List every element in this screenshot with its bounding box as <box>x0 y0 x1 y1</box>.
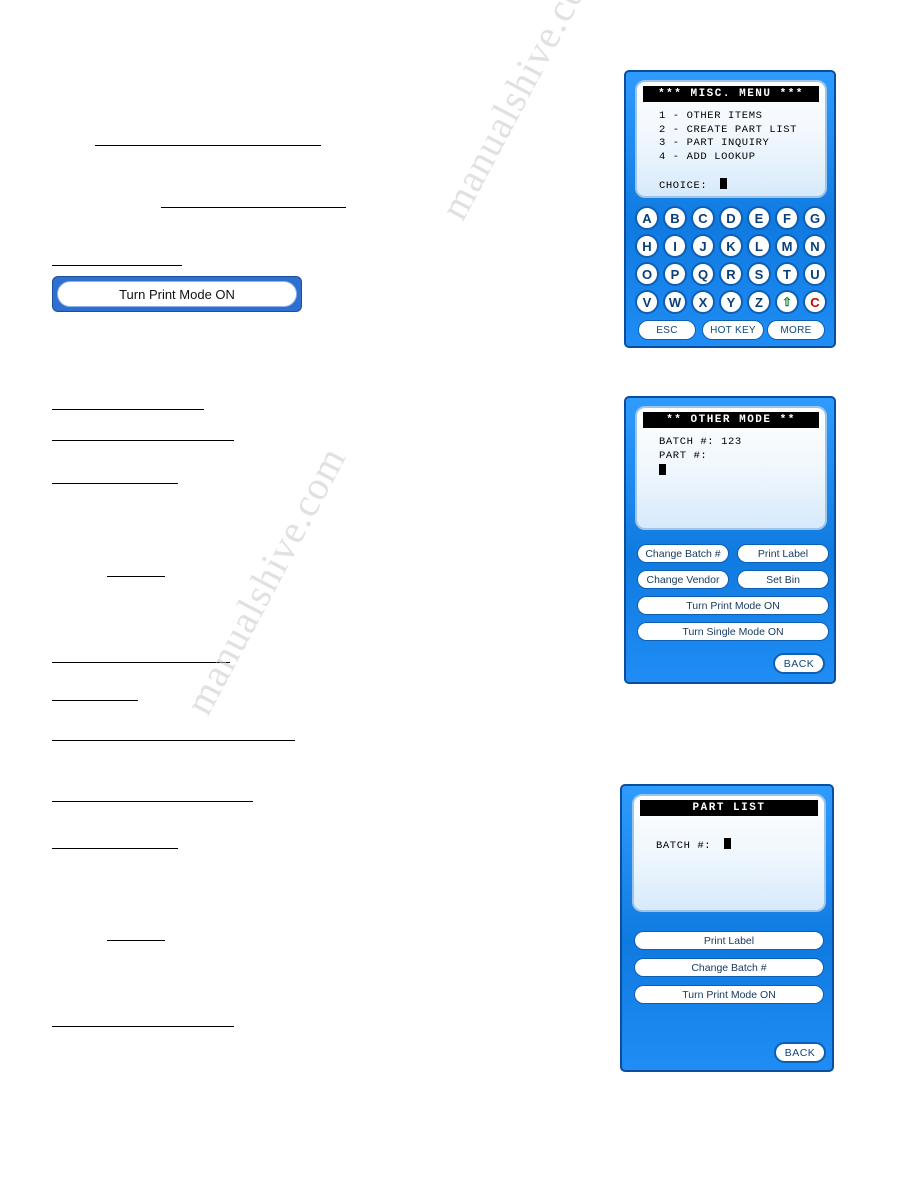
batch-number-line: BATCH #: 123 <box>659 436 742 448</box>
key-f[interactable]: F <box>775 206 799 230</box>
redacted-rule-8 <box>52 662 230 663</box>
key-c[interactable]: C <box>691 206 715 230</box>
turn-print-mode-on-button[interactable]: Turn Print Mode ON <box>57 281 297 307</box>
fnkey-hot-key[interactable]: HOT KEY <box>702 320 764 340</box>
key-n[interactable]: N <box>803 234 827 258</box>
watermark-text-2: manualshive.com <box>175 439 355 722</box>
key-m[interactable]: M <box>775 234 799 258</box>
key-w[interactable]: W <box>663 290 687 314</box>
key-a[interactable]: A <box>635 206 659 230</box>
key-p[interactable]: P <box>663 262 687 286</box>
key-shift-icon[interactable]: ⇧ <box>775 290 799 314</box>
lcd-title-part-list: PART LIST <box>640 800 818 816</box>
key-z[interactable]: Z <box>747 290 771 314</box>
redacted-rule-9 <box>52 700 138 701</box>
key-c[interactable]: C <box>803 290 827 314</box>
redacted-rule-14 <box>52 1026 234 1027</box>
key-i[interactable]: I <box>663 234 687 258</box>
lcd-body-misc-menu: 1 - OTHER ITEMS 2 - CREATE PART LIST 3 -… <box>637 102 825 194</box>
turn-single-mode-on-button[interactable]: Turn Single Mode ON <box>637 622 829 641</box>
text-cursor <box>659 464 666 475</box>
device-misc-menu: *** MISC. MENU *** 1 - OTHER ITEMS 2 - C… <box>624 70 836 348</box>
lcd-title-misc-menu: *** MISC. MENU *** <box>643 86 819 102</box>
batch-number-label: BATCH #: <box>656 840 712 852</box>
part-number-line: PART #: <box>659 449 708 462</box>
key-e[interactable]: E <box>747 206 771 230</box>
key-g[interactable]: G <box>803 206 827 230</box>
redacted-rule-4 <box>52 409 204 410</box>
key-b[interactable]: B <box>663 206 687 230</box>
key-q[interactable]: Q <box>691 262 715 286</box>
change-vendor-button[interactable]: Change Vendor <box>637 570 729 589</box>
lcd-title-other-mode: ** OTHER MODE ** <box>643 412 819 428</box>
redacted-rule-12 <box>52 848 178 849</box>
redacted-rule-7 <box>107 576 165 577</box>
key-v[interactable]: V <box>635 290 659 314</box>
back-button[interactable]: BACK <box>773 653 825 674</box>
key-h[interactable]: H <box>635 234 659 258</box>
lcd-screen-misc-menu: *** MISC. MENU *** 1 - OTHER ITEMS 2 - C… <box>635 80 827 198</box>
menu-line-2: 2 - CREATE PART LIST <box>659 123 798 136</box>
text-cursor <box>724 838 732 849</box>
lcd-screen-other-mode: ** OTHER MODE ** BATCH #: 123 PART #: <box>635 406 827 530</box>
redacted-rule-13 <box>107 940 165 941</box>
watermark-text-1: manualshive.com <box>430 0 610 227</box>
print-label-button[interactable]: Print Label <box>737 544 829 563</box>
key-s[interactable]: S <box>747 262 771 286</box>
change-batch-button[interactable]: Change Batch # <box>634 958 824 977</box>
part-number-input-row <box>659 464 825 480</box>
key-l[interactable]: L <box>747 234 771 258</box>
key-r[interactable]: R <box>719 262 743 286</box>
key-d[interactable]: D <box>719 206 743 230</box>
print-mode-button-container: Turn Print Mode ON <box>52 276 302 312</box>
lcd-body-other-mode: BATCH #: 123 PART #: <box>637 428 825 480</box>
redacted-rule-10 <box>52 740 295 741</box>
set-bin-button[interactable]: Set Bin <box>737 570 829 589</box>
print-label-button[interactable]: Print Label <box>634 931 824 950</box>
key-y[interactable]: Y <box>719 290 743 314</box>
device-part-list: PART LIST BATCH #: Print Label Change Ba… <box>620 784 834 1072</box>
redacted-rule-3 <box>52 265 182 266</box>
key-u[interactable]: U <box>803 262 827 286</box>
text-cursor <box>720 178 728 189</box>
key-x[interactable]: X <box>691 290 715 314</box>
choice-prompt-row: CHOICE: <box>659 178 825 194</box>
redacted-rule-5 <box>52 440 234 441</box>
redacted-rule-11 <box>52 801 253 802</box>
change-batch-button[interactable]: Change Batch # <box>637 544 729 563</box>
fnkey-more[interactable]: MORE <box>767 320 825 340</box>
lcd-body-part-list: BATCH #: <box>634 816 824 854</box>
redacted-rule-2 <box>161 207 346 208</box>
redacted-rule-6 <box>52 483 178 484</box>
menu-line-1: 1 - OTHER ITEMS <box>659 110 763 122</box>
lcd-screen-part-list: PART LIST BATCH #: <box>632 794 826 912</box>
key-t[interactable]: T <box>775 262 799 286</box>
fnkey-esc[interactable]: ESC <box>638 320 696 340</box>
redacted-rule-1 <box>95 145 321 146</box>
key-k[interactable]: K <box>719 234 743 258</box>
turn-print-mode-on-button[interactable]: Turn Print Mode ON <box>637 596 829 615</box>
turn-print-mode-on-button[interactable]: Turn Print Mode ON <box>634 985 824 1004</box>
menu-line-3: 3 - PART INQUIRY <box>659 137 770 149</box>
batch-number-input-row: BATCH #: <box>656 838 824 854</box>
choice-prompt-label: CHOICE: <box>659 180 708 192</box>
back-button[interactable]: BACK <box>774 1042 826 1063</box>
key-j[interactable]: J <box>691 234 715 258</box>
key-o[interactable]: O <box>635 262 659 286</box>
device-other-mode: ** OTHER MODE ** BATCH #: 123 PART #: Ch… <box>624 396 836 684</box>
menu-line-4: 4 - ADD LOOKUP <box>659 150 756 163</box>
